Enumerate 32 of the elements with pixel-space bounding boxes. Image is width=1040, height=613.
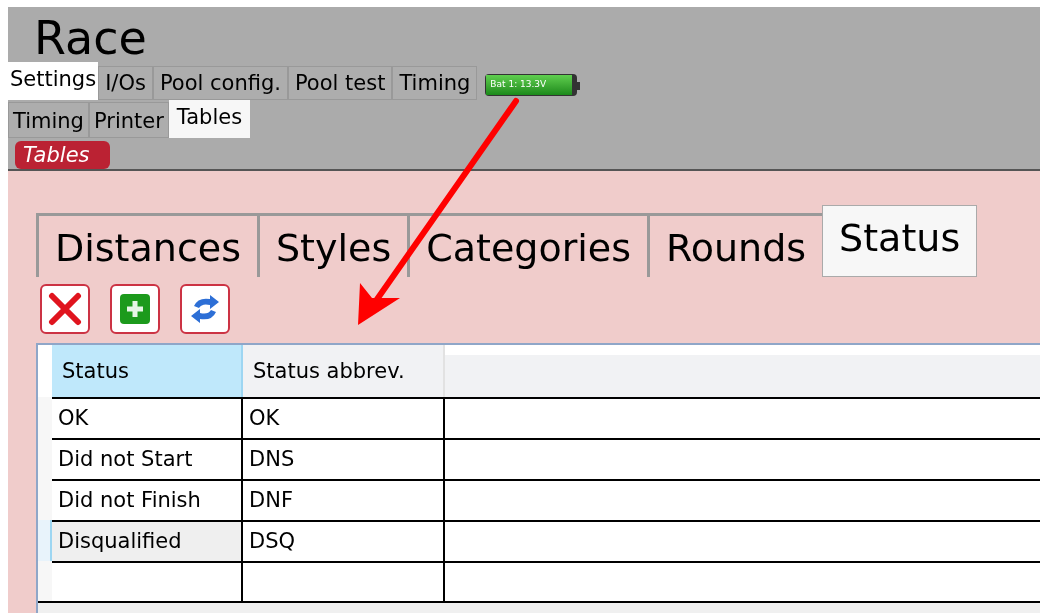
tab[interactable]: Pool config. <box>152 66 288 100</box>
tab[interactable]: Pool test <box>287 66 393 100</box>
table-cell: DNF <box>243 479 445 520</box>
table-cell: Did not Start <box>52 438 243 479</box>
battery-indicator: Bat 1: 13.3V <box>485 74 578 96</box>
tab[interactable]: Categories <box>407 213 648 277</box>
add-button[interactable] <box>110 284 160 334</box>
section-badge: Tables <box>15 141 110 169</box>
delete-button[interactable] <box>40 284 90 334</box>
plus-icon <box>119 293 151 325</box>
tab[interactable]: Printer <box>88 102 169 138</box>
tab[interactable]: Settings <box>8 62 99 100</box>
table-cell: DNS <box>243 438 445 479</box>
table-cell: Disqualified <box>52 520 243 561</box>
column-header[interactable]: Status abbrev. <box>243 345 445 397</box>
table-cell: OK <box>52 397 243 438</box>
tab[interactable]: Timing <box>392 66 478 100</box>
column-header[interactable]: Status <box>52 345 243 397</box>
tab[interactable]: Distances <box>36 213 257 277</box>
window-title: Race <box>33 10 148 62</box>
tab[interactable]: Status <box>822 205 978 277</box>
tab[interactable]: Timing <box>8 102 89 138</box>
tab[interactable]: Styles <box>256 213 408 277</box>
refresh-button[interactable] <box>180 284 230 334</box>
table-cell[interactable] <box>243 561 445 601</box>
table-cell: OK <box>243 397 445 438</box>
table-cell: DSQ <box>243 520 445 561</box>
table-cell[interactable] <box>52 561 243 601</box>
close-icon <box>48 292 82 326</box>
tab[interactable]: Tables <box>168 100 251 138</box>
tab[interactable]: I/Os <box>98 66 153 100</box>
table-cell: Did not Finish <box>52 479 243 520</box>
